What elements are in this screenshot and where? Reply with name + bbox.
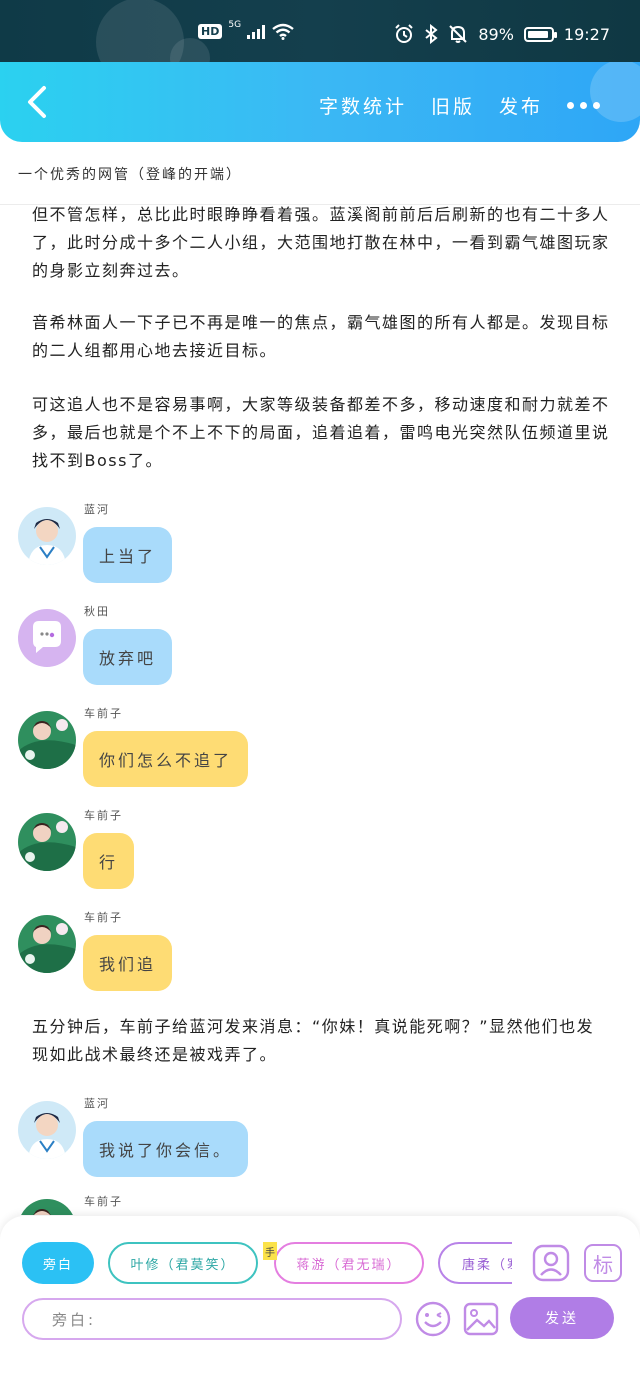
more-button[interactable] <box>567 102 600 109</box>
story-title: 一个优秀的网管（登峰的开端） <box>18 167 242 183</box>
wifi-icon <box>272 23 294 40</box>
avatar-cheqianzi[interactable] <box>18 915 76 973</box>
avatar-cheqianzi[interactable] <box>18 813 76 871</box>
chat-message[interactable]: 蓝河 我说了你会信。 <box>18 1097 618 1201</box>
sender-name: 秋田 <box>84 605 110 618</box>
word-count-button[interactable]: 字数统计 <box>319 92 407 119</box>
status-bar: HD 5G 89% 19:27 <box>0 0 640 62</box>
image-icon[interactable] <box>462 1300 500 1338</box>
sender-name: 蓝河 <box>84 1097 110 1110</box>
network-type: 5G <box>228 20 242 30</box>
back-button[interactable] <box>22 84 54 120</box>
signal-icon <box>247 23 266 39</box>
send-button[interactable]: 发送 <box>510 1297 614 1339</box>
sender-name: 蓝河 <box>84 503 110 516</box>
message-bubble[interactable]: 你们怎么不追了 <box>83 731 249 787</box>
battery-percent: 89% <box>478 24 514 44</box>
role-chip-tangrou[interactable]: 唐柔（寒 <box>438 1242 512 1284</box>
narration-block: 但不管怎样，总比此时眼睁睁看着强。蓝溪阁前前后后刷新的也有二十多人了，此时分成十… <box>32 205 610 280</box>
sender-name: 车前子 <box>84 911 123 924</box>
role-chip-jiangyou[interactable]: 蒋游（君无瑞） <box>274 1242 424 1284</box>
narration-block: 五分钟后，车前子给蓝河发来消息：“你妹！真说能死啊？”显然他们也发现如此战术最终… <box>32 1017 595 1064</box>
app-header: 字数统计 旧版 发布 <box>0 62 640 142</box>
bluetooth-icon <box>425 24 438 44</box>
avatar-cheqianzi[interactable] <box>18 1199 76 1215</box>
clock: 19:27 <box>563 24 610 44</box>
chat-message[interactable]: 车前子 你们怎么不追了 <box>18 707 618 811</box>
avatar-lanhe[interactable] <box>18 507 76 565</box>
status-right-group: 89% 19:27 <box>394 24 610 44</box>
message-bubble[interactable]: 放弃吧 <box>83 629 173 685</box>
narration-block: 音希林面人一下子已不再是唯一的焦点，霸气雄图的所有人都是。发现目标的二人组都用心… <box>32 313 610 360</box>
avatar-lanhe[interactable] <box>18 1101 76 1159</box>
role-chip-yexiu[interactable]: 叶修（君莫笑） <box>108 1242 258 1284</box>
character-icon[interactable] <box>532 1244 570 1282</box>
chat-message[interactable]: 车前子 我们追 <box>18 911 618 1015</box>
message-input[interactable]: 旁白: <box>22 1298 402 1340</box>
mute-bell-icon <box>449 25 468 43</box>
chat-message[interactable]: 秋田 放弃吧 <box>18 605 618 709</box>
role-chip-narrator[interactable]: 旁白 <box>22 1242 94 1284</box>
message-bubble[interactable]: 行 <box>83 833 135 889</box>
composer-panel: 旁白 叶修（君莫笑） 蒋游（君无瑞） 唐柔（寒 标 旁白: 发送 <box>0 1216 640 1386</box>
tag-icon[interactable]: 标 <box>584 1244 622 1282</box>
story-content[interactable]: 但不管怎样，总比此时眼睁睁看着强。蓝溪阁前前后后刷新的也有二十多人了，此时分成十… <box>0 205 640 1215</box>
sender-name: 车前子 <box>84 707 123 720</box>
sender-name: 车前子 <box>84 1195 123 1208</box>
chat-message[interactable]: 蓝河 上当了 <box>18 503 618 607</box>
emoji-icon[interactable] <box>414 1300 452 1338</box>
narration-block: 可这追人也不是容易事啊，大家等级装备都差不多，移动速度和耐力就差不多，最后也就是… <box>32 395 610 470</box>
status-left-group: HD 5G <box>198 20 295 40</box>
publish-button[interactable]: 发布 <box>499 92 543 119</box>
alarm-icon <box>395 24 414 43</box>
message-bubble[interactable]: 上当了 <box>83 527 173 583</box>
battery-fill <box>527 30 548 38</box>
avatar-qiutian[interactable] <box>18 609 76 667</box>
hand-badge: 手 <box>263 1242 277 1260</box>
avatar-cheqianzi[interactable] <box>18 711 76 769</box>
chat-message[interactable]: 车前子 <box>18 1195 618 1215</box>
old-version-button[interactable]: 旧版 <box>431 92 475 119</box>
chat-message[interactable]: 车前子 行 <box>18 809 618 913</box>
header-actions: 字数统计 旧版 发布 <box>319 92 600 119</box>
message-bubble[interactable]: 我说了你会信。 <box>83 1121 249 1177</box>
sender-name: 车前子 <box>84 809 123 822</box>
battery-icon <box>523 26 557 42</box>
message-bubble[interactable]: 我们追 <box>83 935 173 991</box>
hd-icon: HD <box>198 23 223 39</box>
